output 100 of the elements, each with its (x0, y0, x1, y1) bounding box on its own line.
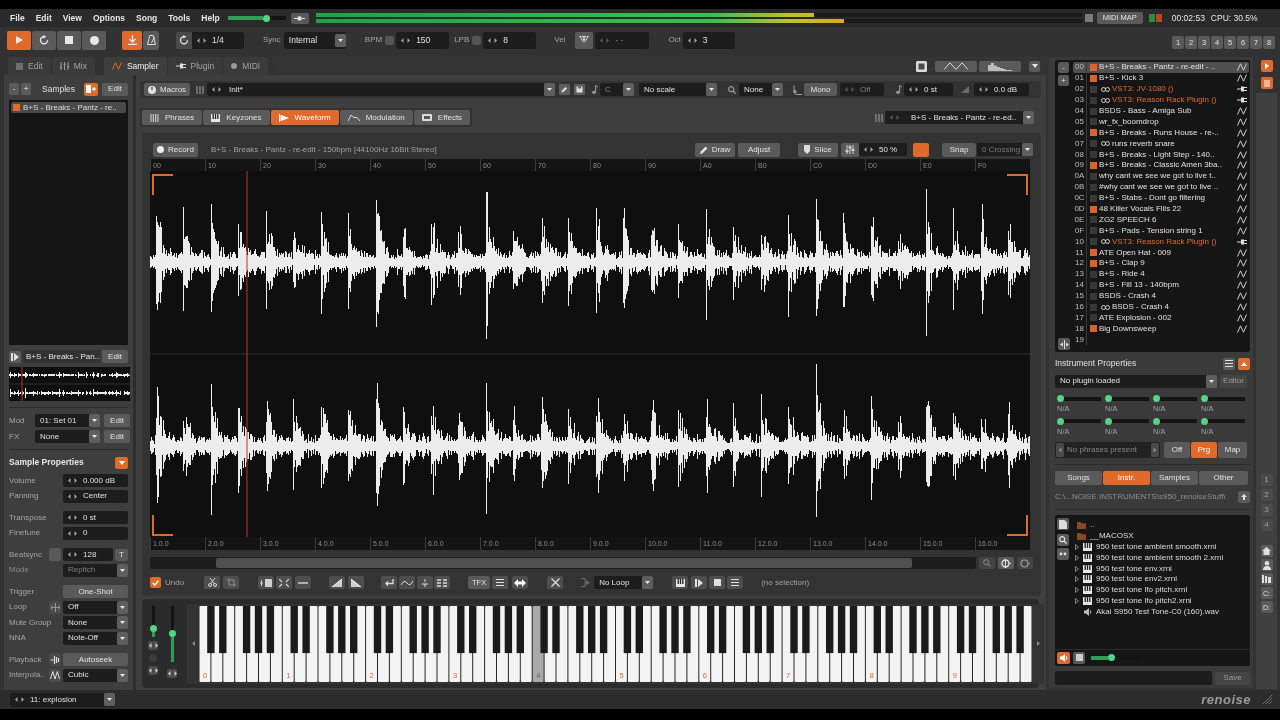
octave-spinner[interactable]: 3 (682, 31, 735, 49)
instrument-row[interactable]: 0A why cant we see we got to live t.. (1073, 170, 1249, 182)
slice-amount-spinner[interactable]: 50 % (859, 143, 907, 156)
list-view-button[interactable] (1223, 357, 1235, 370)
menu-item[interactable]: View (62, 13, 82, 23)
spectrum-view-button[interactable] (979, 60, 1021, 72)
scale-dropdown[interactable]: No scale (639, 83, 717, 96)
instrument-row[interactable]: 11 ATE Open Hat - 009 (1073, 247, 1249, 259)
edit-preset-button[interactable] (559, 84, 570, 95)
transpose-spinner[interactable]: 0 st (904, 83, 953, 96)
wheel-button[interactable] (148, 640, 158, 650)
browser-entry[interactable]: 950 test tone env.xrni (1075, 563, 1250, 574)
collapse-button[interactable] (115, 456, 128, 469)
browser-entry[interactable]: 950 test tone ambient smooth 2.xrni (1075, 552, 1250, 564)
split-button[interactable] (1058, 338, 1070, 350)
panel-layout-button[interactable] (1260, 77, 1273, 89)
edit-button[interactable]: Edit (102, 350, 128, 363)
autoseek-button[interactable] (49, 653, 61, 666)
mono-button[interactable]: Mono (804, 83, 837, 96)
browser-tab[interactable]: Songs (1055, 471, 1102, 485)
slider-thumb[interactable] (1201, 395, 1208, 402)
user-folder-button[interactable] (1260, 559, 1273, 571)
stop-button[interactable] (709, 576, 726, 589)
center-button[interactable] (417, 576, 434, 589)
property-button[interactable]: One-Shot (63, 585, 128, 598)
edit-button[interactable]: Edit (104, 430, 130, 443)
adjust-button[interactable]: Adjust (738, 142, 780, 157)
save-preset-button[interactable] (574, 84, 585, 95)
property-spinner[interactable]: 0 st (63, 511, 128, 524)
property-dropdown[interactable]: Note-Off (63, 631, 128, 645)
block-loop-spinner[interactable]: 1/4 (192, 31, 244, 49)
view-tab[interactable]: Mix (51, 57, 95, 75)
page-tab[interactable]: Keyzones (203, 110, 270, 125)
detach-button[interactable] (916, 60, 927, 72)
interpolation-button[interactable] (49, 668, 61, 682)
play-button[interactable] (691, 576, 708, 589)
instrument-row[interactable]: 19 (1073, 334, 1249, 346)
instrument-row[interactable]: 08 B+S - Breaks - Light Step - 140.. (1073, 149, 1249, 160)
instrument-row[interactable]: 04 BSDS - Bass - Amiga Sub (1073, 105, 1249, 117)
piano-keyboard[interactable] (199, 605, 1032, 682)
property-dropdown[interactable]: None (63, 616, 128, 629)
keyboard-button[interactable] (672, 576, 689, 589)
browser-tab[interactable]: Other (1199, 471, 1248, 485)
checkbox[interactable] (472, 35, 482, 45)
horizontal-scrollbar[interactable] (150, 557, 976, 569)
meter-mode-button[interactable] (290, 12, 309, 24)
property-dropdown[interactable]: Off (63, 600, 128, 614)
property-spinner[interactable]: 128 (63, 548, 113, 561)
menu-item[interactable]: Tools (168, 13, 191, 23)
sample-options-button[interactable] (84, 82, 98, 96)
editor-tab[interactable]: Sampler (103, 57, 167, 75)
remove-instrument-button[interactable]: - (1058, 62, 1069, 73)
new-folder-button[interactable] (1057, 518, 1069, 530)
fx-dropdown[interactable]: None (35, 430, 100, 443)
property-dropdown[interactable]: Cubic (63, 668, 128, 682)
scrollbar-thumb[interactable] (216, 558, 912, 568)
follow-button[interactable] (122, 30, 142, 50)
page-tab[interactable]: Effects (413, 110, 471, 125)
add-sample-button[interactable]: + (21, 83, 31, 95)
slider-thumb[interactable] (1153, 417, 1160, 425)
menu-item[interactable]: Edit (35, 13, 52, 23)
page-tab[interactable]: Modulation (339, 110, 413, 125)
zoom-in-button[interactable] (998, 557, 1014, 569)
instrument-row[interactable]: 18 Big Downsweep (1073, 323, 1249, 335)
slider-thumb[interactable] (1153, 395, 1160, 402)
slider-thumb[interactable] (263, 14, 271, 22)
preview-button[interactable] (9, 350, 21, 363)
fit-button[interactable] (276, 576, 293, 589)
instrument-row[interactable]: 16 BSDS - Crash 4 (1073, 301, 1249, 313)
master-volume-slider[interactable] (227, 14, 286, 22)
direction-button[interactable] (512, 576, 529, 589)
property-spinner[interactable]: 0 (63, 526, 128, 540)
menu-item[interactable]: File (10, 13, 25, 23)
slider-thumb[interactable] (1057, 417, 1064, 425)
property-spinner[interactable]: 0.000 dB (63, 474, 128, 487)
slider-thumb[interactable] (1201, 417, 1208, 425)
property-spinner[interactable]: Center (63, 489, 128, 503)
instrument-row[interactable]: 06 B+S - Breaks - Runs House - re-.. (1073, 127, 1249, 139)
grid-button[interactable] (434, 576, 451, 589)
checkbox[interactable] (49, 548, 61, 561)
parameter-slider[interactable] (1201, 417, 1245, 425)
snap-button[interactable]: Snap (942, 142, 976, 157)
cut-button[interactable] (204, 576, 221, 589)
browser-entry[interactable]: 950 test tone lfo pitch.xrni (1075, 584, 1250, 596)
curve-button[interactable] (399, 576, 416, 589)
draw-button[interactable]: Draw (695, 142, 735, 157)
home-button[interactable] (1260, 545, 1273, 557)
instrument-row[interactable]: 05 wr_fx_boomdrop (1073, 116, 1249, 128)
expand-panel-button[interactable] (1260, 60, 1273, 72)
instrument-row[interactable]: 12 B+S - Clap 9 (1073, 258, 1249, 269)
list-button[interactable] (492, 576, 509, 589)
quantize-dropdown[interactable]: None (739, 83, 783, 96)
stop-preview-button[interactable] (1073, 651, 1085, 664)
collapse-button[interactable] (1238, 357, 1250, 370)
page-tab[interactable]: Phrases (142, 110, 203, 125)
volume-spinner[interactable]: 0.0 dB (974, 83, 1029, 96)
parameter-slider[interactable] (1105, 395, 1149, 402)
editor-tab[interactable]: Plugin (167, 57, 223, 75)
library-button[interactable] (1260, 573, 1273, 585)
instrument-row[interactable]: 15 BSDS - Crash 4 (1073, 290, 1249, 302)
